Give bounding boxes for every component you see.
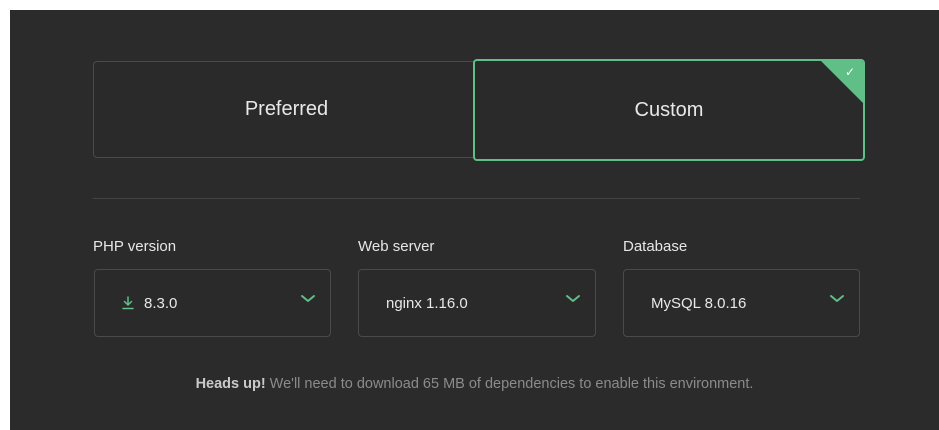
database-value: MySQL 8.0.16 (651, 294, 747, 312)
custom-label: Custom (634, 98, 704, 121)
database-label: Database (623, 238, 688, 255)
divider (93, 198, 860, 199)
web-server-label: Web server (358, 238, 435, 255)
php-version-select[interactable]: 8.3.0 (94, 269, 331, 337)
notice-text: We'll need to download 65 MB of dependen… (265, 376, 754, 392)
preferred-option[interactable]: Preferred (93, 61, 479, 158)
php-version-label: PHP version (93, 238, 177, 255)
web-server-value: nginx 1.16.0 (386, 294, 468, 312)
web-server-select[interactable]: nginx 1.16.0 (358, 269, 596, 337)
custom-option[interactable]: Custom ✓ (473, 59, 865, 161)
environment-panel: Preferred Custom ✓ PHP version 8.3.0 Web… (10, 10, 939, 430)
download-icon (122, 296, 134, 310)
selected-corner-badge (820, 61, 863, 104)
download-notice: Heads up! We'll need to download 65 MB o… (10, 376, 939, 392)
check-icon: ✓ (844, 65, 855, 79)
chevron-down-icon (829, 294, 845, 304)
php-version-value: 8.3.0 (144, 294, 178, 312)
chevron-down-icon (300, 294, 316, 304)
notice-heading: Heads up! (195, 376, 266, 392)
preferred-label: Preferred (244, 98, 329, 120)
chevron-down-icon (565, 294, 581, 304)
database-select[interactable]: MySQL 8.0.16 (623, 269, 860, 337)
